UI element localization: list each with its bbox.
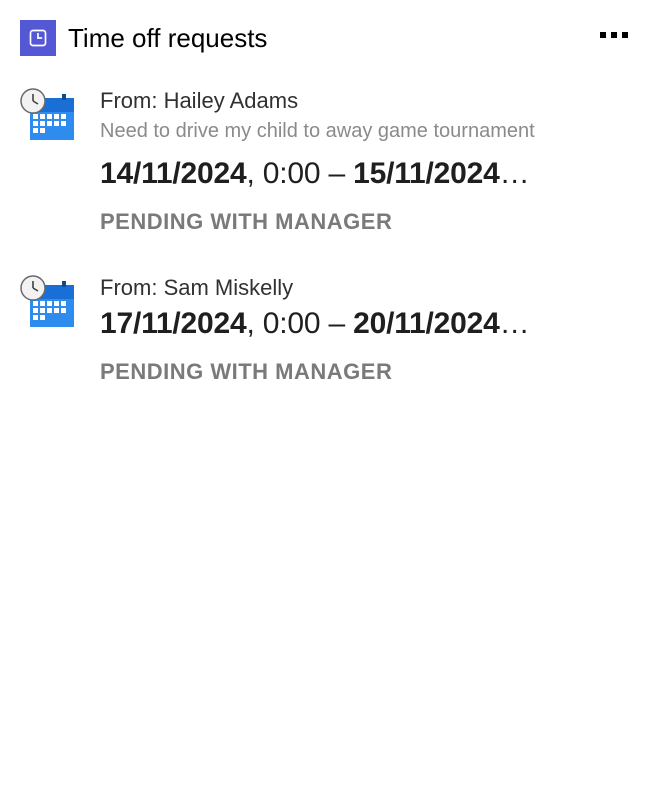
calendar-clock-icon	[20, 275, 76, 331]
request-reason: Need to drive my child to away game tour…	[100, 120, 636, 143]
request-from: From: Sam Miskelly	[100, 275, 636, 301]
request-from: From: Hailey Adams	[100, 88, 636, 114]
more-dot	[600, 32, 606, 38]
request-dates: 14/11/2024, 0:00 – 15/11/2024…	[100, 157, 636, 191]
clock-icon-badge	[20, 20, 56, 56]
request-content: From: Hailey Adams Need to drive my chil…	[100, 88, 636, 235]
more-dot	[622, 32, 628, 38]
requests-list: From: Hailey Adams Need to drive my chil…	[0, 68, 656, 413]
card-title: Time off requests	[68, 23, 267, 54]
request-status: PENDING WITH MANAGER	[100, 359, 636, 385]
request-item[interactable]: From: Sam Miskelly 17/11/2024, 0:00 – 20…	[0, 259, 656, 409]
request-content: From: Sam Miskelly 17/11/2024, 0:00 – 20…	[100, 275, 636, 385]
request-status: PENDING WITH MANAGER	[100, 209, 636, 235]
clock-icon	[28, 28, 48, 48]
calendar-clock-icon	[20, 88, 76, 144]
more-options-button[interactable]	[600, 32, 628, 38]
request-dates: 17/11/2024, 0:00 – 20/11/2024…	[100, 307, 636, 341]
card-header: Time off requests	[0, 0, 656, 68]
more-dot	[611, 32, 617, 38]
request-item[interactable]: From: Hailey Adams Need to drive my chil…	[0, 72, 656, 259]
